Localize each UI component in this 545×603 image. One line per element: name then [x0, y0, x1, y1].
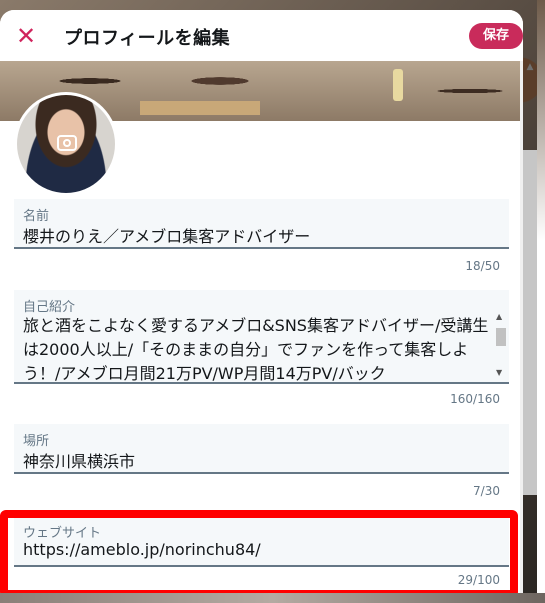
bio-scrollbar[interactable]: ▲ ▼: [494, 312, 507, 380]
name-input[interactable]: 櫻井のりえ／アメブロ集客アドバイザー: [23, 223, 310, 247]
scroll-up-arrow-icon[interactable]: ▲: [496, 312, 502, 321]
save-button[interactable]: 保存: [469, 23, 523, 49]
page-title: プロフィールを編集: [64, 28, 231, 49]
name-char-count: 18/50: [465, 259, 500, 273]
banner-detail: [140, 101, 260, 115]
scroll-up-arrow-icon[interactable]: ▲: [524, 61, 536, 73]
bio-label: 自己紹介: [23, 300, 76, 315]
dialog-scroll-thumb[interactable]: [523, 150, 537, 495]
avatar[interactable]: [14, 92, 118, 196]
bio-scroll-thumb[interactable]: [496, 328, 506, 346]
background-bottom: [0, 593, 545, 603]
edit-profile-dialog: ✕ プロフィールを編集 保存 名前 櫻井のりえ／アメブロ集客アドバイザー 18/…: [0, 10, 523, 603]
background-edge: [537, 0, 545, 603]
bio-char-count: 160/160: [450, 392, 500, 406]
camera-icon[interactable]: [57, 135, 77, 151]
location-field[interactable]: 場所 神奈川県横浜市: [14, 424, 509, 474]
location-input[interactable]: 神奈川県横浜市: [23, 448, 135, 472]
close-icon[interactable]: ✕: [13, 23, 39, 49]
name-field[interactable]: 名前 櫻井のりえ／アメブロ集客アドバイザー: [14, 199, 509, 249]
name-label: 名前: [23, 209, 50, 224]
banner-detail: [393, 69, 403, 101]
location-label: 場所: [23, 434, 50, 449]
location-char-count: 7/30: [473, 484, 500, 498]
bio-field[interactable]: 自己紹介 旅と酒をこよなく愛するアメブロ&SNS集客アドバイザー/受講生は200…: [14, 290, 509, 384]
highlight-box: [0, 510, 518, 598]
dialog-header: ✕ プロフィールを編集 保存: [0, 10, 523, 61]
bio-textarea[interactable]: 旅と酒をこよなく愛するアメブロ&SNS集客アドバイザー/受講生は2000人以上/…: [23, 314, 493, 382]
scroll-down-arrow-icon[interactable]: ▼: [496, 368, 502, 377]
